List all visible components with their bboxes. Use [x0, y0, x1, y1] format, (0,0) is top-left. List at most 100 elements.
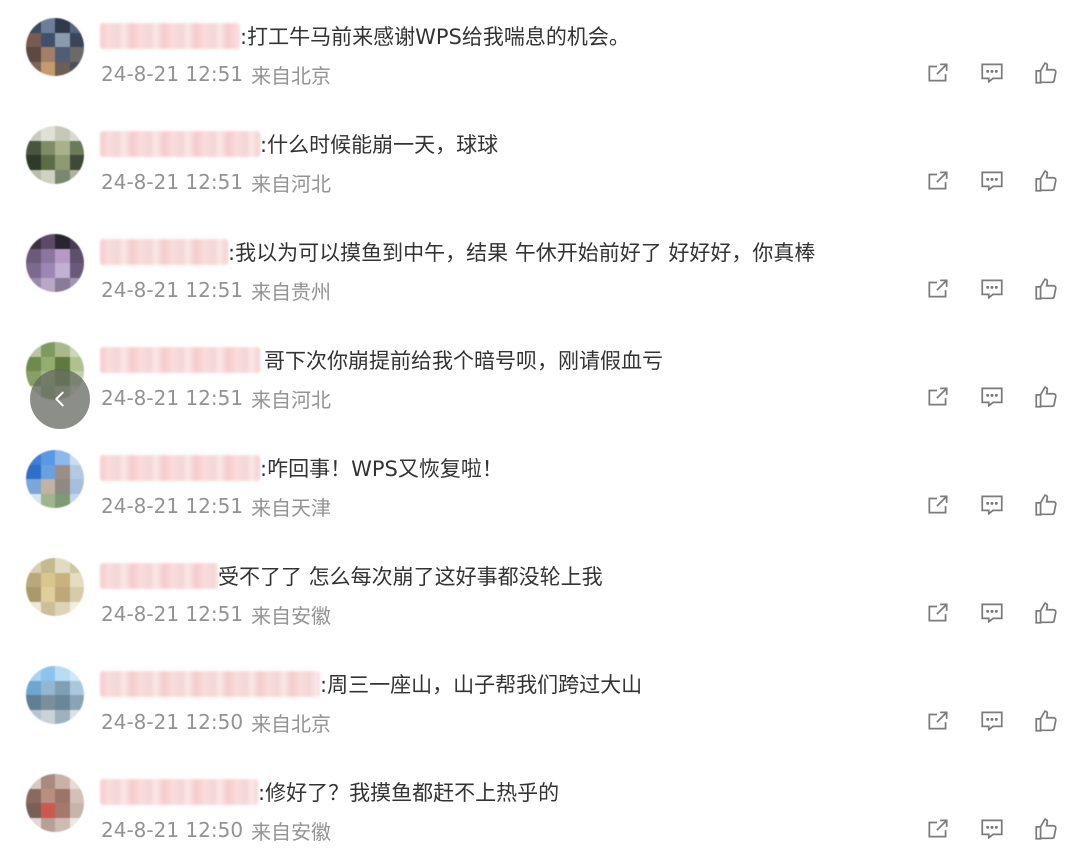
like-icon	[1035, 170, 1057, 192]
username-redacted[interactable]	[100, 131, 260, 157]
comment-item: :咋回事！WPS又恢复啦！ 24-8-21 12:51 来自天津	[0, 432, 1080, 540]
like-button[interactable]	[1030, 381, 1062, 413]
comment-time: 24-8-21 12:51	[101, 386, 244, 410]
comment-actions	[922, 488, 1062, 522]
comment-location: 来自安徽	[251, 819, 332, 844]
comment-location: 来自安徽	[251, 603, 332, 628]
like-icon	[1035, 602, 1057, 624]
avatar[interactable]	[26, 558, 84, 616]
avatar[interactable]	[26, 666, 84, 724]
comment-time: 24-8-21 12:51	[101, 278, 244, 302]
share-button[interactable]	[922, 813, 954, 845]
comment-button[interactable]	[976, 597, 1008, 629]
comment-item: :周三一座山，山子帮我们跨过大山 24-8-21 12:50 来自北京	[0, 648, 1080, 756]
comment-button[interactable]	[976, 57, 1008, 89]
like-button[interactable]	[1030, 165, 1062, 197]
username-redacted[interactable]	[100, 779, 258, 805]
share-button[interactable]	[922, 597, 954, 629]
comment-text: 受不了了 怎么每次崩了这好事都没轮上我	[218, 565, 603, 589]
comment-location: 来自河北	[251, 171, 332, 196]
comment-item: 受不了了 怎么每次崩了这好事都没轮上我 24-8-21 12:51 来自安徽	[0, 540, 1080, 648]
like-icon	[1035, 494, 1057, 516]
comment-location: 来自河北	[251, 387, 332, 412]
comment-actions	[922, 596, 1062, 630]
username-redacted[interactable]	[100, 455, 260, 481]
comment-text: :打工牛马前来感谢WPS给我喘息的机会。	[240, 25, 630, 49]
comment-text-line: :什么时候能崩一天，球球	[100, 128, 498, 160]
comment-button[interactable]	[976, 813, 1008, 845]
comment-meta: 24-8-21 12:51 来自天津	[101, 492, 331, 520]
username-redacted[interactable]	[100, 563, 218, 589]
share-button[interactable]	[922, 273, 954, 305]
comment-meta: 24-8-21 12:51 来自河北	[101, 168, 331, 196]
comment-meta: 24-8-21 12:51 来自北京	[101, 60, 331, 88]
username-redacted[interactable]	[100, 671, 320, 697]
like-button[interactable]	[1030, 57, 1062, 89]
comment-button[interactable]	[976, 165, 1008, 197]
chevron-left-icon	[55, 391, 64, 407]
share-button[interactable]	[922, 165, 954, 197]
comment-icon	[981, 63, 1003, 84]
comment-location: 来自北京	[251, 711, 332, 736]
back-button[interactable]	[30, 369, 90, 429]
comment-actions	[922, 56, 1062, 90]
comment-time: 24-8-21 12:50	[101, 818, 244, 842]
comment-actions	[922, 380, 1062, 414]
username-redacted[interactable]	[100, 239, 228, 265]
comment-button[interactable]	[976, 381, 1008, 413]
comment-item: :什么时候能崩一天，球球 24-8-21 12:51 来自河北	[0, 108, 1080, 216]
share-button[interactable]	[922, 489, 954, 521]
like-icon	[1035, 710, 1057, 732]
comment-meta: 24-8-21 12:51 来自贵州	[101, 276, 331, 304]
like-icon	[1035, 62, 1057, 84]
avatar[interactable]	[26, 234, 84, 292]
comment-location: 来自天津	[251, 495, 332, 520]
like-button[interactable]	[1030, 597, 1062, 629]
comment-time: 24-8-21 12:50	[101, 710, 244, 734]
share-icon	[928, 387, 948, 406]
comment-button[interactable]	[976, 273, 1008, 305]
comment-time: 24-8-21 12:51	[101, 602, 244, 626]
comment-meta: 24-8-21 12:50 来自北京	[101, 708, 331, 736]
share-icon	[928, 279, 948, 298]
comment-text: :修好了？我摸鱼都赶不上热乎的	[258, 781, 560, 805]
comment-button[interactable]	[976, 705, 1008, 737]
comment-text-line: :周三一座山，山子帮我们跨过大山	[100, 668, 642, 700]
comment-text: :我以为可以摸鱼到中午，结果 午休开始前好了 好好好，你真棒	[228, 241, 816, 265]
username-redacted[interactable]	[100, 347, 260, 373]
comment-item: :我以为可以摸鱼到中午，结果 午休开始前好了 好好好，你真棒 24-8-21 1…	[0, 216, 1080, 324]
comment-actions	[922, 704, 1062, 738]
share-button[interactable]	[922, 705, 954, 737]
avatar[interactable]	[26, 18, 84, 76]
comment-time: 24-8-21 12:51	[101, 494, 244, 518]
comment-text: :咋回事！WPS又恢复啦！	[260, 457, 503, 481]
comment-meta: 24-8-21 12:51 来自河北	[101, 384, 331, 412]
share-icon	[928, 495, 948, 514]
comment-actions	[922, 164, 1062, 198]
like-button[interactable]	[1030, 489, 1062, 521]
like-button[interactable]	[1030, 273, 1062, 305]
comment-text: 哥下次你崩提前给我个暗号呗，刚请假血亏	[264, 349, 663, 373]
comment-item: 哥下次你崩提前给我个暗号呗，刚请假血亏 24-8-21 12:51 来自河北	[0, 324, 1080, 432]
comment-text-line: :修好了？我摸鱼都赶不上热乎的	[100, 776, 559, 808]
like-icon	[1035, 386, 1057, 408]
comment-icon	[981, 495, 1003, 516]
comment-button[interactable]	[976, 489, 1008, 521]
like-button[interactable]	[1030, 813, 1062, 845]
comment-actions	[922, 272, 1062, 306]
avatar[interactable]	[26, 774, 84, 832]
comment-time: 24-8-21 12:51	[101, 170, 244, 194]
comment-text-line: :咋回事！WPS又恢复啦！	[100, 452, 503, 484]
share-button[interactable]	[922, 57, 954, 89]
share-button[interactable]	[922, 381, 954, 413]
avatar[interactable]	[26, 450, 84, 508]
comment-icon	[981, 171, 1003, 192]
comment-icon	[981, 711, 1003, 732]
comment-location: 来自贵州	[251, 279, 332, 304]
avatar[interactable]	[26, 126, 84, 184]
comment-feed: :打工牛马前来感谢WPS给我喘息的机会。 24-8-21 12:51 来自北京	[0, 0, 1080, 864]
username-redacted[interactable]	[100, 23, 240, 49]
like-button[interactable]	[1030, 705, 1062, 737]
share-icon	[928, 63, 948, 82]
comment-text-line: :我以为可以摸鱼到中午，结果 午休开始前好了 好好好，你真棒	[100, 236, 815, 268]
